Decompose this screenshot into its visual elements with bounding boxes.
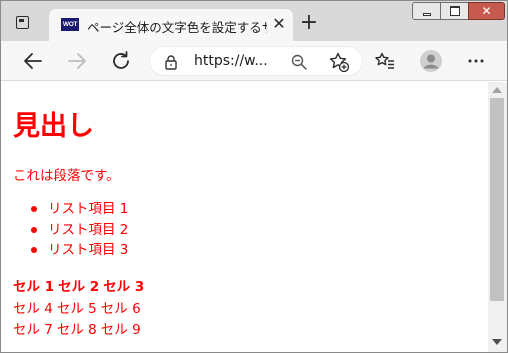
address-bar[interactable]: https://w... (149, 46, 363, 76)
table-cell: セル 9 (100, 322, 141, 338)
table-header-cell: セル 2 (58, 279, 100, 295)
list-item-label: リスト項目 1 (48, 201, 129, 217)
list-item: リスト項目 3 (29, 240, 128, 261)
forward-icon[interactable] (65, 49, 89, 73)
page-heading: 見出し (13, 111, 94, 142)
active-tab[interactable]: WOT ページ全体の文字色を設定するサンプル ✕ (49, 9, 293, 41)
new-tab-button[interactable]: + (299, 12, 319, 34)
list-item: リスト項目 1 (29, 199, 128, 220)
bullet-icon (31, 206, 37, 212)
scroll-up-arrow-icon[interactable] (492, 87, 502, 93)
table-header-cell: セル 1 (13, 279, 55, 295)
table-row: セル 7 セル 8 セル 9 (13, 320, 148, 342)
table-cell: セル 5 (56, 300, 97, 317)
zoom-icon[interactable] (290, 53, 308, 71)
add-favorite-icon[interactable] (328, 51, 350, 73)
minimize-icon (423, 13, 431, 16)
more-icon[interactable] (464, 49, 488, 73)
bullet-icon (31, 247, 37, 253)
tab-strip: WOT ページ全体の文字色を設定するサンプル ✕ + ✕ (1, 1, 507, 41)
bullet-list: リスト項目 1 リスト項目 2 リスト項目 3 (29, 199, 128, 261)
tab-title: ページ全体の文字色を設定するサンプル (87, 20, 267, 34)
cell-table: セル 1 セル 2 セル 3 セル 4 セル 5 セル 6 セル 7 セル 8 セル 9 (13, 277, 148, 342)
lock-icon[interactable] (163, 54, 179, 70)
table-cell: セル 4 (13, 300, 53, 317)
scrollbar-thumb[interactable] (490, 98, 504, 301)
scroll-down-arrow-icon[interactable] (492, 339, 502, 345)
browser-toolbar: https://w... (1, 41, 507, 81)
window-close-button[interactable]: ✕ (468, 2, 505, 20)
page-content: 見出し これは段落です。 リスト項目 1 リスト項目 2 リスト項目 3 セル … (1, 82, 488, 352)
profile-icon[interactable] (419, 49, 443, 73)
list-item-label: リスト項目 3 (48, 242, 129, 258)
tab-actions-icon[interactable] (13, 13, 31, 31)
table-cell: セル 8 (56, 322, 97, 338)
back-icon[interactable] (21, 49, 45, 73)
site-favicon-icon: WOT (61, 18, 79, 31)
bullet-icon (31, 226, 37, 233)
minimize-button[interactable] (412, 2, 441, 20)
reload-icon[interactable] (109, 49, 133, 73)
maximize-button[interactable] (440, 2, 469, 20)
url-text[interactable]: https://w... (194, 53, 274, 71)
page-paragraph: これは段落です。 (13, 168, 120, 184)
list-item-label: リスト項目 2 (48, 221, 129, 238)
maximize-icon (450, 6, 460, 16)
table-cell: セル 7 (13, 322, 53, 338)
table-header-cell: セル 3 (103, 279, 145, 295)
browser-window: WOT ページ全体の文字色を設定するサンプル ✕ + ✕ https://w..… (0, 0, 508, 353)
vertical-scrollbar[interactable] (488, 82, 507, 352)
tab-close-icon[interactable]: ✕ (271, 15, 287, 33)
table-cell: セル 6 (100, 300, 141, 317)
list-item: リスト項目 2 (29, 220, 128, 241)
favorites-icon[interactable] (373, 49, 397, 73)
close-icon: ✕ (481, 4, 492, 18)
table-row: セル 4 セル 5 セル 6 (13, 299, 148, 321)
table-header-row: セル 1 セル 2 セル 3 (13, 277, 148, 299)
